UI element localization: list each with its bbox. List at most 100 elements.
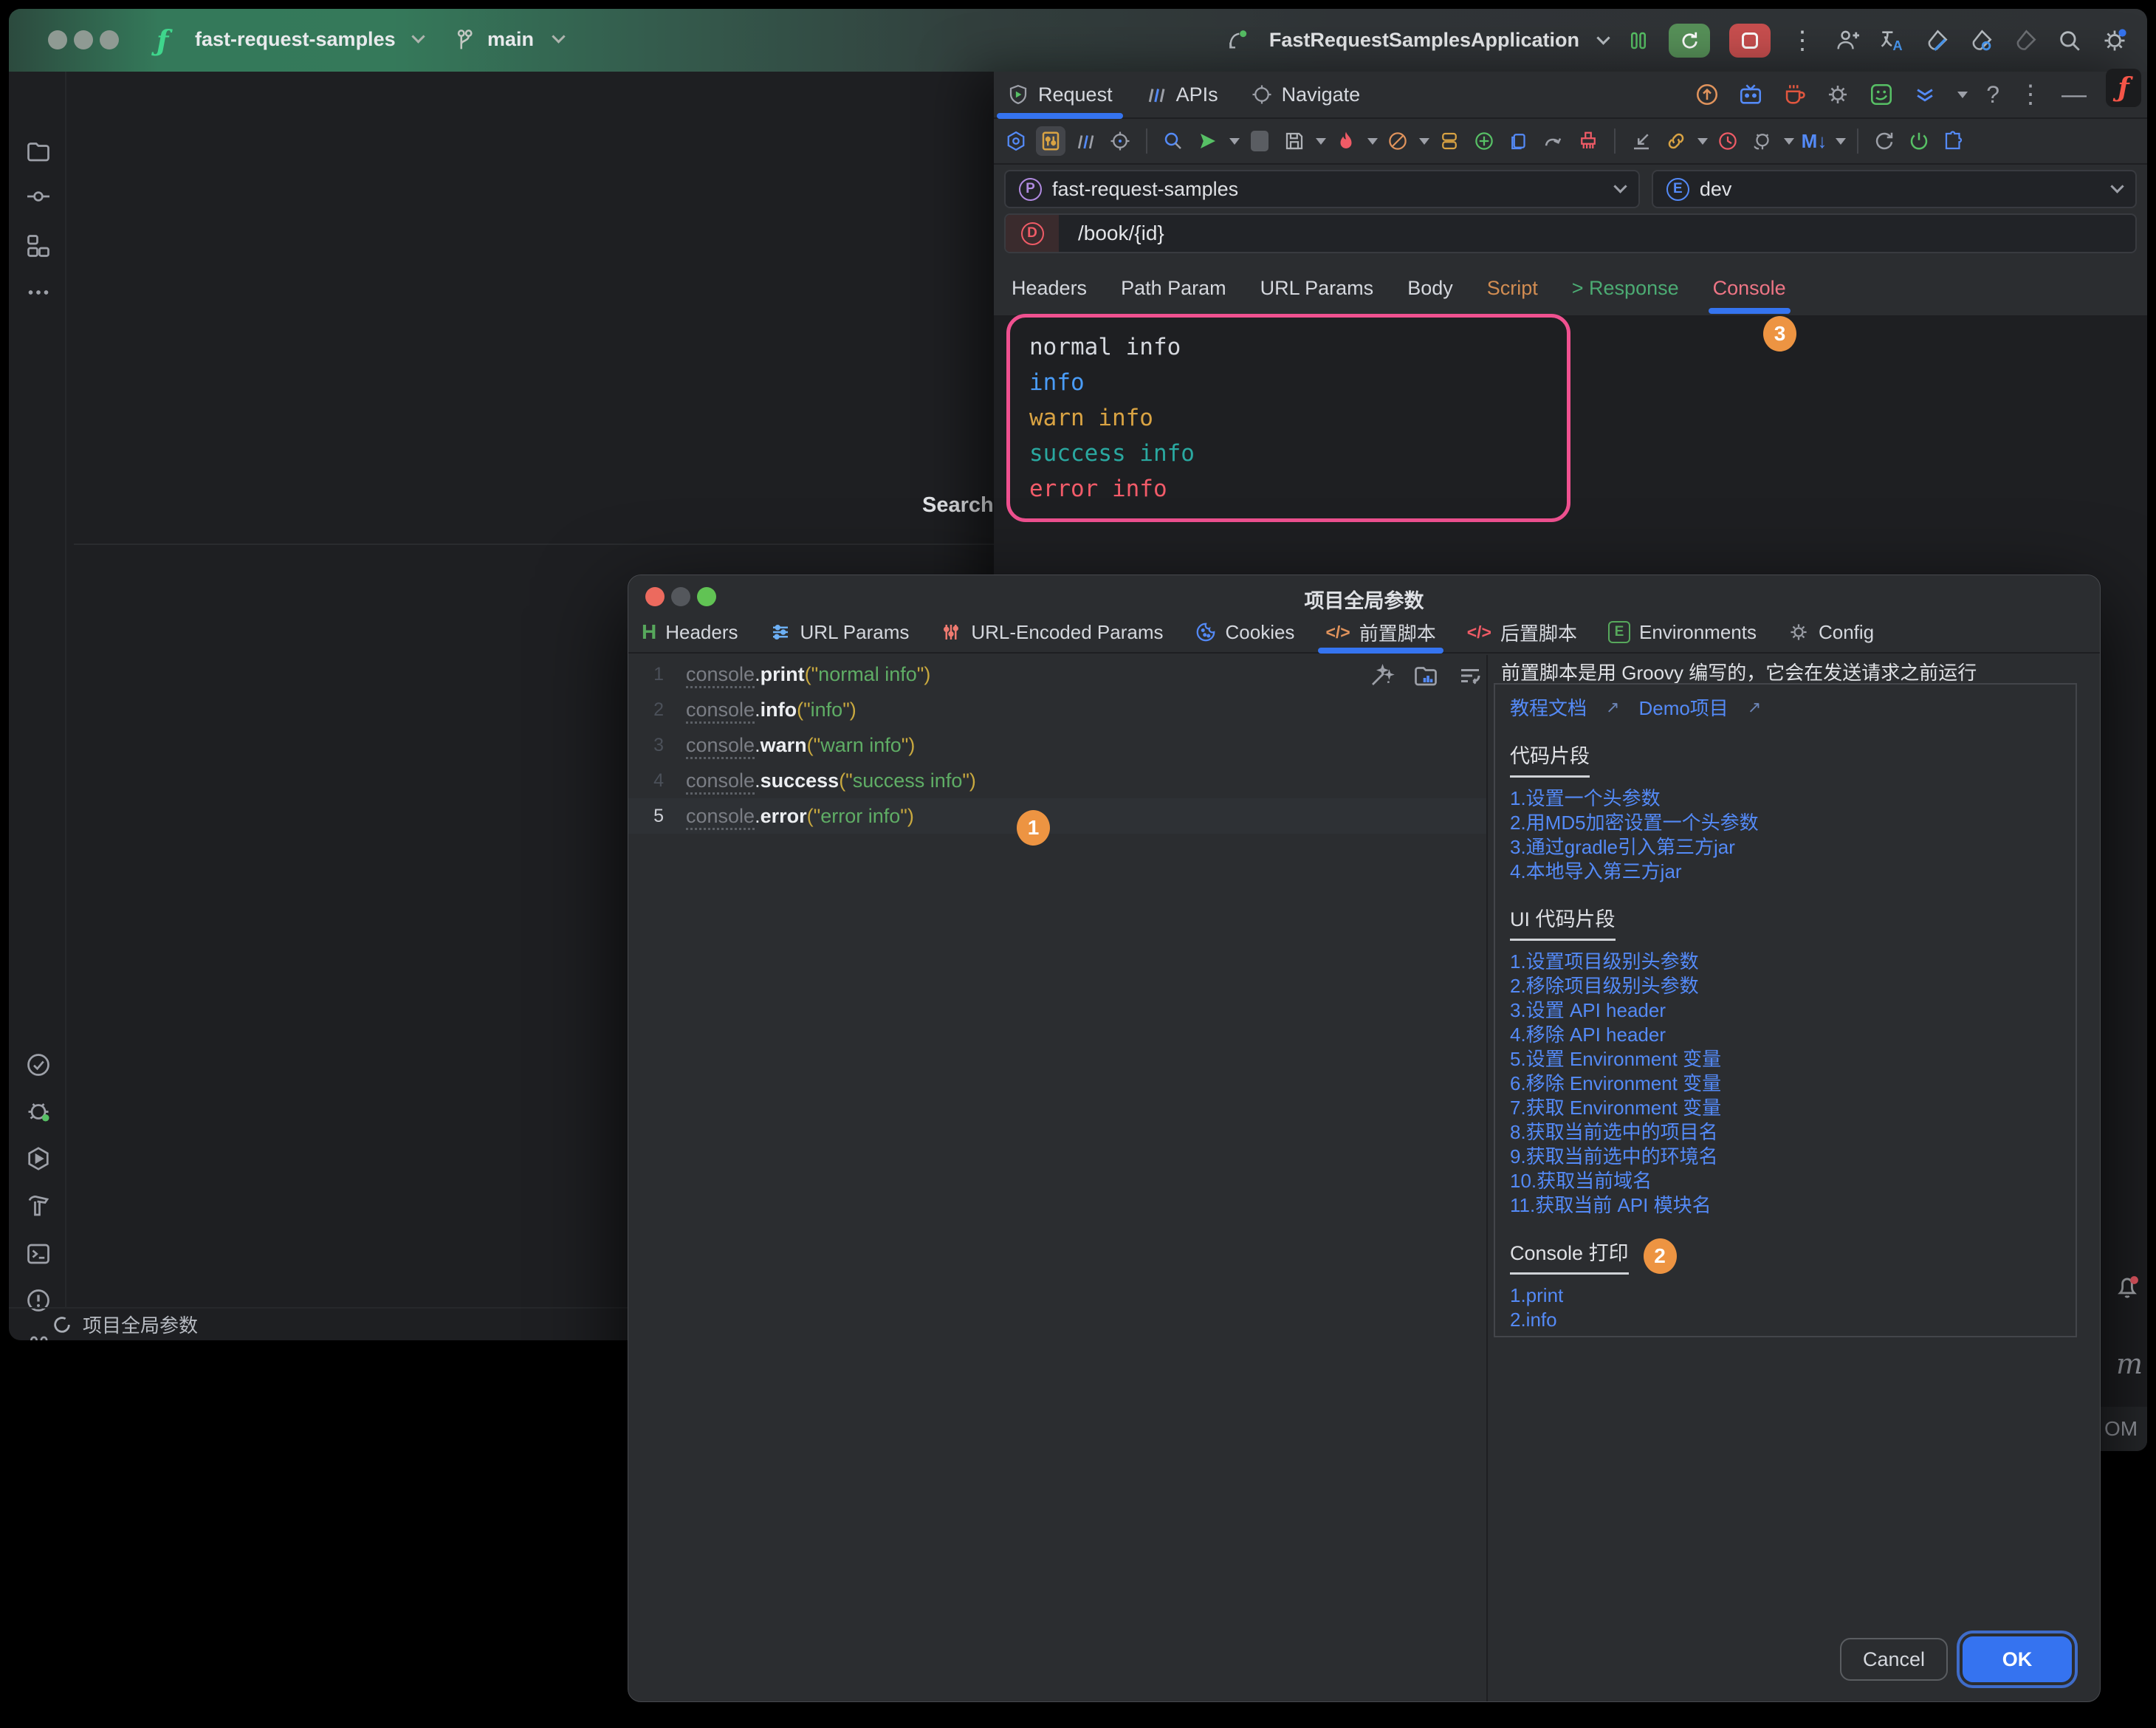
tab-response[interactable]: > Response — [1572, 261, 1679, 315]
branch-switcher[interactable]: main — [487, 28, 534, 51]
api-statistics-icon[interactable] — [1071, 126, 1100, 156]
panel-settings-gear-icon[interactable] — [1825, 82, 1850, 107]
doc-link[interactable]: 教程文档 — [1510, 693, 1587, 721]
run-configuration-selector[interactable]: FastRequestSamplesApplication — [1269, 29, 1579, 52]
soft-wrap-icon[interactable] — [1457, 662, 1483, 689]
tab-console[interactable]: Console — [1713, 261, 1786, 315]
snippet-link[interactable]: 1.设置项目级别头参数 — [1510, 950, 2061, 974]
update-circle-icon[interactable] — [1695, 82, 1720, 107]
tab-request[interactable]: Request — [1007, 72, 1113, 117]
locate-api-icon[interactable] — [1105, 126, 1135, 156]
snippet-link[interactable]: 3.通过gradle引入第三方jar — [1510, 835, 2061, 860]
tab-apis[interactable]: APIs — [1145, 72, 1218, 117]
panel-more-menu[interactable]: ⋮ — [2018, 80, 2043, 109]
code-line[interactable]: 2 console.info("info") — [628, 692, 1486, 727]
dialog-tab-url-encoded-params[interactable]: URL-Encoded Params — [940, 612, 1163, 652]
markdown-export-icon[interactable]: M↓ — [1799, 126, 1829, 156]
tab-body[interactable]: Body — [1407, 261, 1453, 315]
maven-tool-icon[interactable]: m — [2116, 1348, 2143, 1380]
tab-navigate[interactable]: Navigate — [1251, 72, 1361, 117]
stop-button[interactable] — [1729, 24, 1771, 58]
translate-icon[interactable]: A — [1878, 28, 1905, 53]
cancel-button[interactable]: Cancel — [1840, 1638, 1948, 1681]
snippet-link[interactable]: 4.本地导入第三方jar — [1510, 860, 2061, 884]
code-line[interactable]: 3 console.warn("warn info") — [628, 727, 1486, 763]
dropdown-arrow-icon[interactable] — [1367, 138, 1378, 145]
structure-tool-icon[interactable] — [25, 233, 52, 259]
send-request-icon[interactable] — [1193, 126, 1223, 156]
snippet-link[interactable]: 8.获取当前选中的项目名 — [1510, 1120, 2061, 1145]
dialog-tab-url-params[interactable]: URL Params — [769, 612, 910, 652]
copy-link-icon[interactable] — [1661, 126, 1691, 156]
commit-tool-icon[interactable] — [25, 183, 52, 210]
collection-flame-icon[interactable] — [1331, 126, 1361, 156]
debug-tool-icon[interactable] — [25, 1097, 52, 1124]
dropdown-arrow-icon[interactable] — [1316, 138, 1326, 145]
snippet-link[interactable]: 4.移除 API header — [1510, 1023, 2061, 1047]
run-tool-icon[interactable] — [25, 1052, 52, 1078]
window-close-button[interactable] — [48, 30, 67, 49]
history-clock-icon[interactable] — [1713, 126, 1743, 156]
snippets-folder-icon[interactable] — [1412, 662, 1439, 689]
terminal-tool-icon[interactable] — [25, 1241, 52, 1267]
dropdown-arrow-icon[interactable] — [1229, 138, 1240, 145]
script-code-editor[interactable]: 1 console.print("normal info") 2 console… — [628, 655, 1486, 1701]
window-zoom-button[interactable] — [100, 30, 119, 49]
ok-button[interactable]: OK — [1963, 1636, 2072, 1682]
code-line[interactable]: 1 console.print("normal info") — [628, 656, 1486, 692]
tab-script[interactable]: Script — [1487, 261, 1538, 315]
snippet-link[interactable]: 10.获取当前域名 — [1510, 1169, 2061, 1193]
snippet-link[interactable]: 2.移除项目级别头参数 — [1510, 974, 2061, 998]
disable-inspection-icon[interactable] — [1383, 126, 1412, 156]
snippet-link[interactable]: 11.获取当前 API 模块名 — [1510, 1193, 2061, 1218]
minimize-panel-icon[interactable]: — — [2061, 80, 2087, 109]
code-line[interactable]: 4 console.success("success info") — [628, 763, 1486, 798]
wechat-contact-icon[interactable] — [1869, 82, 1894, 107]
dialog-tab-headers[interactable]: H Headers — [642, 612, 738, 652]
power-toggle-icon[interactable] — [1904, 126, 1934, 156]
profiler-run-icon[interactable] — [1924, 28, 1949, 53]
tab-headers[interactable]: Headers — [1012, 261, 1087, 315]
snippet-link[interactable]: 1.print — [1510, 1283, 2061, 1308]
tab-path-param[interactable]: Path Param — [1121, 261, 1226, 315]
snippet-link[interactable]: 6.移除 Environment 变量 — [1510, 1072, 2061, 1096]
magic-wand-icon[interactable] — [1368, 662, 1395, 689]
feedback-tv-icon[interactable] — [1738, 82, 1763, 107]
snippet-link[interactable]: 1.设置一个头参数 — [1510, 786, 2061, 811]
dropdown-arrow-icon[interactable] — [1957, 92, 1968, 98]
demo-link[interactable]: Demo项目 — [1638, 693, 1728, 721]
dialog-tab-cookies[interactable]: Cookies — [1195, 612, 1295, 652]
search-api-icon[interactable] — [1158, 126, 1188, 156]
project-switcher[interactable]: fast-request-samples — [195, 28, 396, 51]
snippet-link[interactable]: 3.设置 API header — [1510, 998, 2061, 1023]
window-minimize-button[interactable] — [74, 30, 93, 49]
dialog-tab-post-script[interactable]: </> 后置脚本 — [1467, 612, 1577, 652]
services-tool-icon[interactable] — [25, 1145, 52, 1172]
environment-select[interactable]: E dev — [1652, 170, 2137, 208]
dropdown-arrow-icon[interactable] — [1784, 138, 1794, 145]
save-request-icon[interactable] — [1280, 126, 1309, 156]
dialog-tab-environments[interactable]: E Environments — [1608, 612, 1757, 652]
plugin-settings-icon[interactable] — [1001, 126, 1031, 156]
refresh-icon[interactable] — [1870, 126, 1899, 156]
code-line-current[interactable]: 5 console.error("error info") — [628, 798, 1486, 834]
github-sync-icon[interactable] — [1748, 126, 1777, 156]
snippet-link[interactable]: 5.设置 Environment 变量 — [1510, 1047, 2061, 1072]
plugin-extension-icon[interactable] — [1939, 126, 1968, 156]
add-circle-icon[interactable] — [1469, 126, 1499, 156]
dropdown-arrow-icon[interactable] — [1697, 138, 1708, 145]
tab-url-params[interactable]: URL Params — [1260, 261, 1374, 315]
collapse-layers-icon[interactable] — [1912, 82, 1937, 107]
snippet-link[interactable]: 9.获取当前选中的环境名 — [1510, 1145, 2061, 1169]
pause-icon[interactable] — [1627, 28, 1649, 53]
dropdown-arrow-icon[interactable] — [1836, 138, 1846, 145]
import-api-icon[interactable] — [1627, 126, 1656, 156]
project-tool-icon[interactable] — [25, 138, 52, 165]
build-tool-icon[interactable] — [25, 1193, 52, 1219]
code-with-me-icon[interactable] — [1834, 28, 1859, 53]
url-field[interactable]: D /book/{id} — [1004, 213, 2137, 253]
settings-gear-icon[interactable] — [2101, 27, 2128, 54]
curve-arrow-icon[interactable] — [1539, 126, 1568, 156]
rerun-button[interactable] — [1669, 24, 1710, 58]
dropdown-arrow-icon[interactable] — [1419, 138, 1429, 145]
